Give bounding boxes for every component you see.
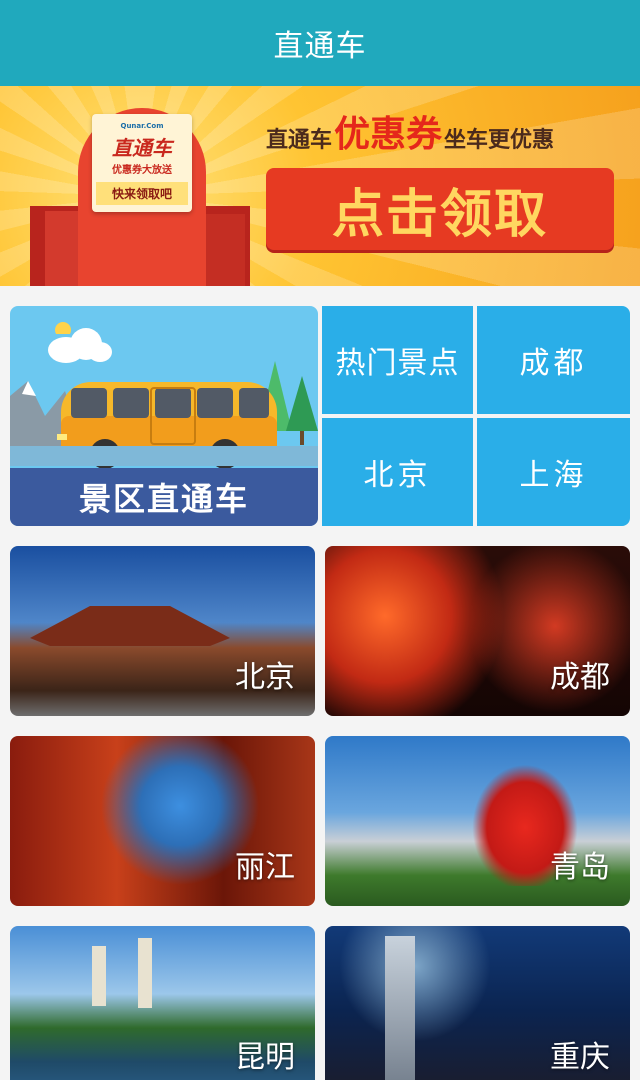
coupon-banner[interactable]: Qunar.Com 直通车 优惠券大放送 快来领取吧 直通车 优惠券 坐车更优惠… bbox=[0, 86, 640, 286]
pagoda-image bbox=[92, 946, 106, 1006]
cloud-icon bbox=[48, 328, 112, 363]
city-tile-beijing[interactable]: 北京 bbox=[10, 546, 315, 716]
city-name: 昆明 bbox=[235, 1040, 295, 1075]
slogan-suffix: 坐车更优惠 bbox=[444, 128, 555, 153]
city-tile-chongqing[interactable]: 重庆 bbox=[325, 926, 630, 1080]
scenic-card-label: 景区直通车 bbox=[78, 480, 249, 518]
scenic-shanghai-button[interactable]: 上海 bbox=[477, 418, 630, 526]
coupon-ribbon: 快来领取吧 bbox=[96, 182, 188, 205]
scenic-express-section: 景区直通车 热门景点 成都 北京 上海 bbox=[10, 306, 630, 526]
city-name: 青岛 bbox=[550, 850, 610, 885]
claim-coupon-button[interactable]: 点击领取 bbox=[266, 168, 614, 250]
tower-image bbox=[385, 936, 415, 1080]
scenic-express-card[interactable]: 景区直通车 bbox=[10, 306, 318, 526]
app-header: 直通车 bbox=[0, 0, 640, 86]
coupon-title: 直通车 bbox=[112, 136, 172, 160]
scenic-beijing-button[interactable]: 北京 bbox=[322, 418, 473, 526]
coupon-subtitle: 优惠券大放送 bbox=[112, 165, 172, 176]
city-name: 北京 bbox=[235, 660, 295, 695]
city-tile-kunming[interactable]: 昆明 bbox=[10, 926, 315, 1080]
page-title: 直通车 bbox=[273, 29, 367, 64]
gift-box-right bbox=[205, 214, 245, 286]
pagoda-image bbox=[138, 938, 152, 1008]
city-name: 重庆 bbox=[550, 1040, 610, 1075]
scenic-ground bbox=[10, 446, 318, 466]
palace-roof-image bbox=[30, 606, 230, 646]
hot-attractions-button[interactable]: 热门景点 bbox=[322, 306, 473, 414]
coupon-brand: Qunar.Com bbox=[120, 122, 164, 130]
slogan-highlight: 优惠券 bbox=[334, 114, 443, 155]
coupon-card: Qunar.Com 直通车 优惠券大放送 快来领取吧 bbox=[92, 114, 192, 212]
city-name: 成都 bbox=[550, 660, 610, 695]
scenic-chengdu-button[interactable]: 成都 bbox=[477, 306, 630, 414]
city-tile-lijiang[interactable]: 丽江 bbox=[10, 736, 315, 906]
city-tile-qingdao[interactable]: 青岛 bbox=[325, 736, 630, 906]
city-tile-chengdu[interactable]: 成都 bbox=[325, 546, 630, 716]
city-name: 丽江 bbox=[235, 850, 295, 885]
slogan-prefix: 直通车 bbox=[266, 128, 333, 153]
scenic-card-label-bar: 景区直通车 bbox=[10, 468, 318, 526]
banner-slogan: 直通车 优惠券 坐车更优惠 bbox=[266, 116, 554, 154]
claim-coupon-label: 点击领取 bbox=[331, 184, 548, 245]
